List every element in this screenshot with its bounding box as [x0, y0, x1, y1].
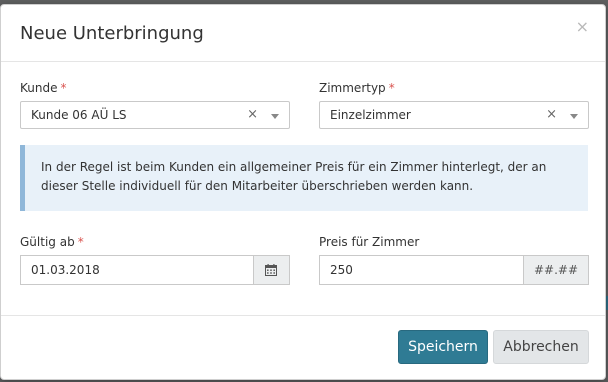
info-alert: In der Regel ist beim Kunden ein allgeme… [20, 145, 588, 211]
calendar-icon [265, 264, 277, 276]
date-picker-button[interactable] [253, 255, 290, 285]
chevron-down-icon[interactable] [570, 114, 578, 119]
info-alert-text: In der Regel ist beim Kunden ein allgeme… [41, 160, 547, 193]
room-type-label: Zimmertyp * [319, 81, 395, 95]
customer-label-text: Kunde [20, 81, 58, 95]
valid-from-label-text: Gültig ab [20, 235, 75, 249]
clear-customer-icon[interactable]: × [247, 107, 258, 122]
new-accommodation-dialog: Neue Unterbringung × Kunde * Kunde 06 AÜ … [0, 4, 606, 380]
room-type-select[interactable]: Einzelzimmer × [319, 101, 589, 129]
price-input[interactable]: 250 [319, 255, 524, 285]
room-type-select-value: Einzelzimmer [330, 108, 411, 122]
required-marker: * [77, 235, 84, 249]
dialog-header: Neue Unterbringung × [1, 5, 605, 62]
required-marker: * [60, 81, 67, 95]
required-marker: * [388, 81, 395, 95]
footer-divider [1, 315, 605, 316]
valid-from-value: 01.03.2018 [31, 263, 100, 277]
close-icon[interactable]: × [576, 19, 589, 35]
room-type-label-text: Zimmertyp [319, 81, 386, 95]
chevron-down-icon[interactable] [271, 114, 279, 119]
valid-from-input[interactable]: 01.03.2018 [20, 255, 254, 285]
price-label: Preis für Zimmer [319, 235, 420, 249]
customer-select-value: Kunde 06 AÜ LS [31, 108, 127, 122]
customer-label: Kunde * [20, 81, 66, 95]
dialog-title: Neue Unterbringung [20, 23, 204, 44]
valid-from-label: Gültig ab * [20, 235, 84, 249]
price-value: 250 [330, 263, 353, 277]
clear-room-type-icon[interactable]: × [546, 107, 557, 122]
cancel-button[interactable]: Abbrechen [493, 330, 589, 364]
price-format-addon: ##.## [523, 255, 589, 285]
customer-select[interactable]: Kunde 06 AÜ LS × [20, 101, 290, 129]
save-button[interactable]: Speichern [398, 330, 488, 364]
